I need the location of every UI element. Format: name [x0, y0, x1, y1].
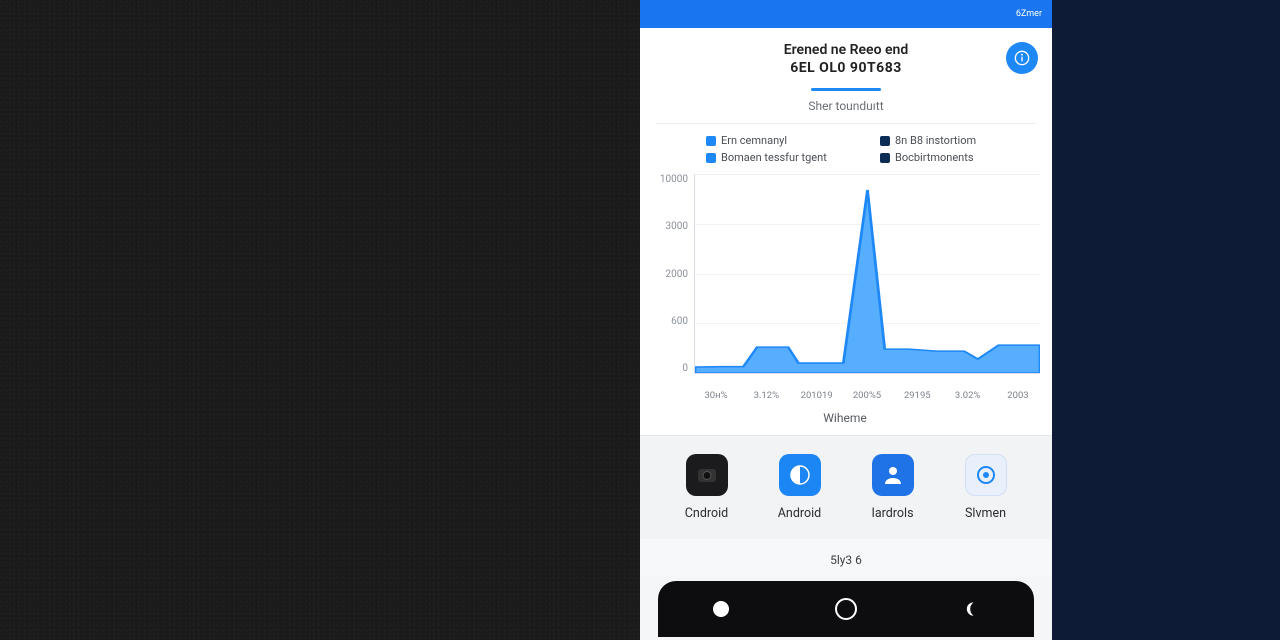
y-axis: 10000 3000 2000 600 0	[650, 174, 694, 374]
y-tick: 10000	[660, 174, 688, 185]
legend-item[interactable]: 8n B8 instortiom	[880, 134, 1030, 147]
plot-area[interactable]	[694, 174, 1040, 374]
y-tick: 0	[682, 363, 688, 374]
x-tick: 29195	[895, 390, 939, 401]
y-tick: 2000	[666, 269, 688, 280]
chart-plot: 10000 3000 2000 600 0	[650, 174, 1040, 384]
y-tick: 600	[671, 316, 688, 327]
app-item-cndroid[interactable]: Cndroid	[664, 454, 750, 521]
x-tick: 201019	[795, 390, 839, 401]
desktop-background	[0, 0, 640, 640]
legend-item[interactable]: Bomaen tеssfur tgent	[706, 151, 856, 164]
chart-card: Ern cemnanyl 8n B8 instortiom Bomaen tеs…	[640, 124, 1052, 435]
legend-item[interactable]: Ern cemnanyl	[706, 134, 856, 147]
app-label: Iardrols	[871, 506, 913, 521]
app-label: Slvmen	[965, 506, 1006, 521]
legend-swatch-icon	[706, 136, 716, 146]
header-card: Erened ne Reeo end 6EL OL0 90T683 Sher t…	[640, 28, 1052, 124]
status-bar: 6Zmer	[640, 0, 1052, 28]
x-tick: 30н%	[694, 390, 738, 401]
legend-swatch-icon	[880, 153, 890, 163]
app-item-android[interactable]: Android	[757, 454, 843, 521]
app-item-iardrols[interactable]: Iardrols	[850, 454, 936, 521]
x-axis: 30н% 3.12% 201019 200%5 29195 3.02% 2003	[650, 384, 1040, 401]
legend-swatch-icon	[880, 136, 890, 146]
app-label: Cndroid	[685, 506, 728, 521]
nav-recent-button[interactable]	[959, 597, 983, 621]
app-item-slvmen[interactable]: Slvmen	[943, 454, 1029, 521]
target-icon	[965, 454, 1007, 496]
nav-back-button[interactable]	[709, 597, 733, 621]
status-text: 6Zmer	[1016, 9, 1042, 19]
apps-section: Cndroid Android Iardrols	[640, 435, 1052, 539]
system-label: 5ly3 6	[640, 539, 1052, 575]
chart-legend: Ern cemnanyl 8n B8 instortiom Bomaen tеs…	[650, 130, 1040, 174]
x-tick: 200%5	[845, 390, 889, 401]
navigation-bar	[658, 581, 1034, 637]
camera-icon	[686, 454, 728, 496]
right-gutter	[1052, 0, 1280, 640]
legend-label: Ern cemnanyl	[721, 134, 787, 147]
phone-screen: 6Zmer Erened ne Reeo end 6EL OL0 90T683 …	[640, 0, 1052, 640]
legend-item[interactable]: Bocbirtmonents	[880, 151, 1030, 164]
info-button[interactable]	[1006, 42, 1038, 74]
circle-filled-icon	[713, 601, 729, 617]
legend-swatch-icon	[706, 153, 716, 163]
info-icon	[1014, 50, 1030, 66]
app-label: Android	[778, 506, 821, 521]
x-tick: 3.02%	[946, 390, 990, 401]
x-tick: 3.12%	[744, 390, 788, 401]
crescent-icon	[961, 599, 981, 619]
legend-label: Bocbirtmonents	[895, 151, 974, 164]
x-axis-label: Wiheme	[650, 411, 1040, 425]
person-icon	[872, 454, 914, 496]
globe-icon	[779, 454, 821, 496]
right-region: 6Zmer Erened ne Reeo end 6EL OL0 90T683 …	[640, 0, 1280, 640]
y-tick: 3000	[666, 221, 688, 232]
legend-label: Bomaen tеssfur tgent	[721, 151, 827, 164]
area-series-icon	[695, 174, 1040, 373]
active-tab[interactable]: Sher tounduıtt	[656, 91, 1036, 124]
x-tick: 2003	[996, 390, 1040, 401]
legend-label: 8n B8 instortiom	[895, 134, 976, 147]
page-title: Erened ne Reeo end	[656, 42, 1036, 58]
nav-home-button[interactable]	[835, 598, 857, 620]
page-subtitle: 6EL OL0 90T683	[656, 60, 1036, 76]
